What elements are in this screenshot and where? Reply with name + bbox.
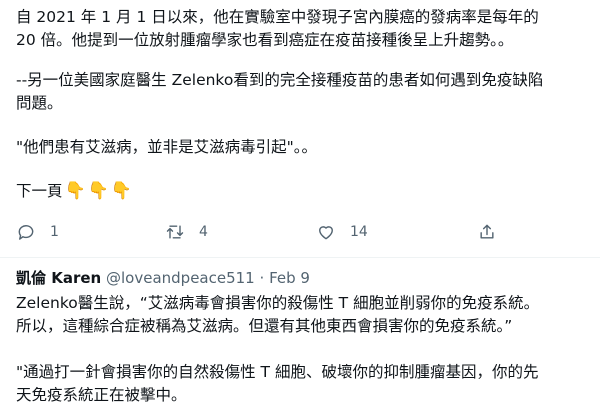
reply-text-line: Zelenko醫生說，“艾滋病毒會損害你的殺傷性 T 細胞並削弱你的免疫系統。 xyxy=(16,294,540,312)
author-handle[interactable]: @loveandpeace511 xyxy=(106,269,255,287)
retweet-button[interactable]: 4 xyxy=(165,222,208,242)
like-count: 14 xyxy=(350,224,368,240)
heart-icon xyxy=(319,226,333,240)
pointing-down-emoji: 👇👇👇 xyxy=(64,181,135,201)
comment-icon xyxy=(18,225,34,240)
reply-text-line: 天免疫系統正在被擊中。 xyxy=(16,386,187,404)
retweet-count: 4 xyxy=(199,224,208,240)
post-date[interactable]: Feb 9 xyxy=(269,269,310,287)
share-button[interactable] xyxy=(477,222,497,242)
like-button[interactable]: 14 xyxy=(316,222,368,242)
reply-count: 1 xyxy=(50,224,59,240)
divider xyxy=(0,257,600,258)
tweet-text-line: 自 2021 年 1 月 1 日以來，他在實驗室中發現子宮內膜癌的發病率是每年的 xyxy=(16,8,539,26)
author-name[interactable]: 凱倫 Karen xyxy=(16,269,101,287)
tweet-text-line: --另一位美國家庭醫生 Zelenko看到的完全接種疫苗的患者如何遇到免疫缺陷 xyxy=(16,71,544,89)
reply-text-line: "通過打一針會損害你的自然殺傷性 T 細胞、破壞你的抑制腫瘤基因，你的先 xyxy=(16,363,539,381)
next-page-line: 下一頁 👇👇👇 xyxy=(16,180,134,202)
tweet-text-line: "他們患有艾滋病，並非是艾滋病毒引起"。。 xyxy=(16,138,318,156)
reply-header: 凱倫 Karen @loveandpeace511 · Feb 9 xyxy=(16,267,310,289)
tweet-text-line: 問題。 xyxy=(16,94,63,112)
retweet-icon xyxy=(166,225,184,239)
tweet-text-line: 20 倍。他提到一位放射腫瘤學家也看到癌症在疫苗接種後呈上升趨勢。。 xyxy=(16,31,514,49)
reply-text-line: 所以，這種綜合症被稱為艾滋病。但還有其他東西會損害你的免疫系統。” xyxy=(16,317,513,335)
share-icon xyxy=(480,224,494,239)
next-page-text: 下一頁 xyxy=(16,182,63,200)
tweet-actions-bar: 1 4 14 xyxy=(16,222,576,242)
reply-button[interactable]: 1 xyxy=(16,222,59,242)
separator: · xyxy=(259,269,265,287)
